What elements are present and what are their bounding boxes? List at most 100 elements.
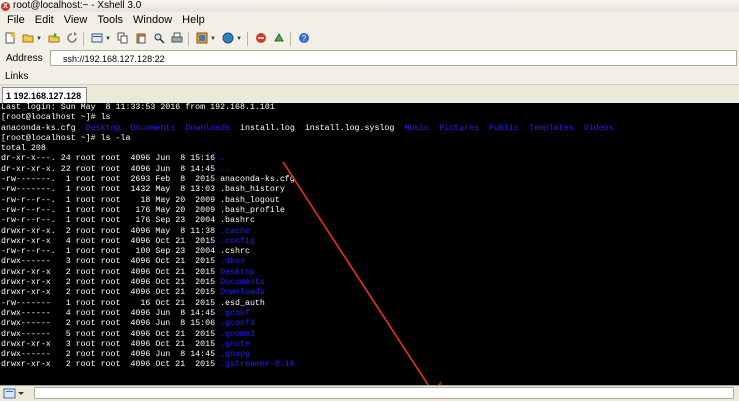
directory-name: Videos [583,123,614,133]
terminal-text: drwxr-xr-x 2 root root 4096 Oct 21 2015 [1,360,221,370]
terminal-line: anaconda-ks.cfg Desktop Documents Downlo… [1,124,739,134]
terminal-line: total 208 [1,144,739,154]
status-bar [0,385,739,401]
terminal-text: install.log install.log.syslog [230,123,405,133]
terminal-text: dr-xr-xr-x. 22 root root 4096 Jun 8 14:4… [1,164,221,174]
terminal-line: drwxr-xr-x 4 root root 4096 Oct 21 2015 … [1,237,739,247]
terminal-text: drwx------ 3 root root 4096 Oct 21 2015 [1,257,221,267]
toolbar-separator [290,31,291,46]
terminal-text: -rw-r--r--. 1 root root 18 May 20 2009 .… [1,195,280,205]
properties-icon[interactable] [90,32,104,46]
color-scheme-dropdown-icon[interactable]: ▼ [210,36,216,42]
compose-bar-button[interactable] [3,388,29,399]
script-icon[interactable] [272,32,286,46]
terminal-line: drwxr-xr-x 2 root root 4096 Oct 21 2015 … [1,288,739,298]
directory-name: Downloads [185,123,231,133]
globe-dropdown-icon[interactable]: ▼ [236,36,242,42]
open-folder-icon[interactable] [21,32,35,46]
terminal-line: drwx------ 2 root root 4096 Jun 8 14:45 … [1,350,739,360]
terminal-output: Last login: Sun May 8 11:33:53 2016 from… [0,103,739,371]
terminal-text: dr-xr-x---. 24 root root 4096 Jun 8 15:1… [1,154,221,164]
directory-name: Documents [130,123,176,133]
terminal-text: drwx------ 5 root root 4096 Oct 21 2015 [1,329,221,339]
compose-input[interactable] [34,387,734,399]
terminal-area[interactable]: Last login: Sun May 8 11:33:53 2016 from… [0,103,739,385]
session-tab[interactable]: 1 192.168.127.128 [2,87,87,103]
open-icon[interactable] [47,32,61,46]
paste-icon[interactable] [134,32,148,46]
toolbar-separator [247,31,248,46]
menu-edit[interactable]: Edit [30,12,59,29]
terminal-text: drwx------ 4 root root 4096 Jun 8 14:45 [1,308,221,318]
xshell-app-icon[interactable]: X [1,1,10,11]
print-icon[interactable] [170,32,184,46]
terminal-text: drwxr-xr-x 2 root root 4096 Oct 21 2015 [1,278,221,288]
toolbar: ▼ ▼ ▼ ▼ ? [0,29,739,49]
directory-name: .. [220,164,231,174]
xftp-icon[interactable] [254,32,268,46]
toolbar-separator [188,31,189,46]
directory-name: Desktop [220,267,255,277]
toolbar-separator [83,31,84,46]
help-icon[interactable]: ? [297,32,311,46]
terminal-text: -rw-r--r--. 1 root root 176 May 20 2009 … [1,205,285,215]
terminal-line: drwx------ 2 root root 4096 Jun 8 15:06 … [1,319,739,329]
terminal-line: -rw-------. 1 root root 2693 Feb 8 2015 … [1,175,739,185]
terminal-text: drwxr-xr-x 3 root root 4096 Oct 21 2015 [1,339,221,349]
terminal-line: drwx------ 4 root root 4096 Jun 8 14:45 … [1,309,739,319]
terminal-text: [root@localhost ~]# ls [1,113,111,123]
svg-text:?: ? [302,34,307,43]
menu-window[interactable]: Window [128,12,177,29]
terminal-text: anaconda-ks.cfg [1,123,86,133]
directory-name: Downloads [220,288,265,298]
terminal-text: drwx------ 2 root root 4096 Jun 8 15:06 [1,319,221,329]
terminal-line: -rw-r--r--. 1 root root 176 May 20 2009 … [1,206,739,216]
reconnect-icon[interactable] [65,31,79,46]
terminal-text: drwxr-xr-x 2 root root 4096 Oct 21 2015 [1,267,221,277]
find-icon[interactable] [152,32,166,46]
open-dropdown-icon[interactable]: ▼ [36,36,42,42]
terminal-line: -rw-r--r--. 1 root root 176 Sep 23 2004 … [1,216,739,226]
terminal-text: -rw-r--r--. 1 root root 100 Sep 23 2004 … [1,247,250,257]
directory-name: .gstreamer-0.10 [220,360,295,370]
globe-icon[interactable] [221,32,235,46]
menu-help[interactable]: Help [177,12,210,29]
terminal-text: -rw-------. 1 root root 2693 Feb 8 2015 … [1,175,295,185]
directory-name: .config [220,236,255,246]
directory-name: Templates [528,123,574,133]
directory-name: Documents [220,278,265,288]
terminal-text: -rw-r--r--. 1 root root 176 Sep 23 2004 … [1,216,255,226]
directory-name: Public [489,123,519,133]
menu-file[interactable]: File [0,12,30,29]
menu-tools[interactable]: Tools [92,12,128,29]
terminal-line: drwxr-xr-x 2 root root 4096 Oct 21 2015 … [1,278,739,288]
title-bar: X root@localhost:~ - Xshell 3.0 [0,0,739,12]
terminal-text: -rw-------. 1 root root 1432 May 8 13:03… [1,185,285,195]
color-scheme-icon[interactable] [195,32,209,46]
directory-name: Desktop [85,123,121,133]
terminal-text: drwxr-xr-x 2 root root 4096 Oct 21 2015 [1,288,221,298]
address-label: Address [6,52,43,64]
terminal-line: dr-xr-xr-x. 22 root root 4096 Jun 8 14:4… [1,165,739,175]
window-title: root@localhost:~ - Xshell 3.0 [13,0,142,11]
directory-name: .gnote [220,339,250,349]
menu-view[interactable]: View [59,12,93,29]
menu-bar: File Edit View Tools Window Help [0,12,739,30]
links-label[interactable]: Links [5,71,28,82]
new-session-icon[interactable] [3,32,17,46]
terminal-text: [root@localhost ~]# ls -la [1,133,131,143]
properties-dropdown-icon[interactable]: ▼ [105,36,111,42]
terminal-line: Last login: Sun May 8 11:33:53 2016 from… [1,103,739,113]
terminal-line: -rw------- 1 root root 16 Oct 21 2015 .e… [1,299,739,309]
address-input[interactable]: ssh://192.168.127.128:22 [50,50,737,66]
terminal-line: dr-xr-x---. 24 root root 4096 Jun 8 15:1… [1,154,739,164]
directory-name: .gconfd [220,319,255,329]
terminal-text: drwxr-xr-x 4 root root 4096 Oct 21 2015 [1,236,221,246]
copy-icon[interactable] [116,32,130,46]
address-bar: Address ssh://192.168.127.128:22 [0,48,739,69]
